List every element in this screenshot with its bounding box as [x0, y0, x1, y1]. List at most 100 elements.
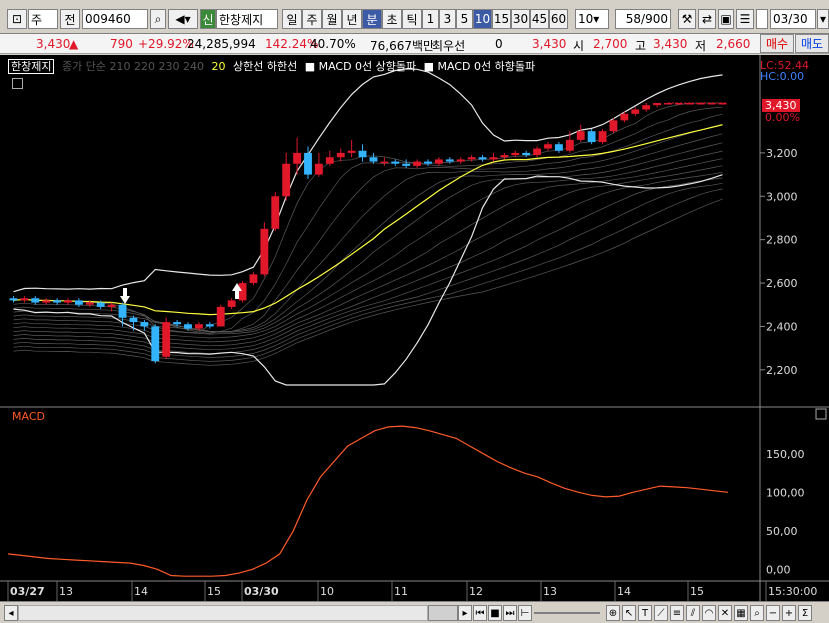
- candle: [129, 317, 138, 323]
- interval-button[interactable]: 5: [456, 9, 473, 29]
- candle: [620, 113, 629, 121]
- candle: [653, 103, 662, 106]
- interval-button[interactable]: 30: [511, 9, 530, 29]
- macd-title: MACD: [12, 410, 45, 423]
- change-pct: +29.92%: [138, 37, 194, 51]
- plus-icon[interactable]: +: [782, 605, 796, 621]
- interval-button[interactable]: 15: [492, 9, 511, 29]
- horizontal-scrollbar[interactable]: [18, 605, 428, 621]
- market-button[interactable]: 전: [60, 9, 80, 29]
- candle: [107, 304, 116, 307]
- settings-icon[interactable]: ☰: [736, 9, 754, 29]
- time-tick-label: 15: [207, 585, 221, 598]
- bottom-toolbar: ◂ ▸ ⏮ ■ ⏭ ⊢ ⊕ ↖ T ⟋ ≡ ⫽ ◠ ✕ ▦ ⌕ − + Σ: [0, 601, 829, 623]
- current-pct-tag: 0.00%: [765, 111, 800, 124]
- period-button[interactable]: 분: [362, 9, 382, 29]
- fib-tool-icon[interactable]: ≡: [670, 605, 684, 621]
- stock-name-field[interactable]: 한창제지: [216, 9, 278, 29]
- candle: [642, 105, 651, 110]
- period-button[interactable]: 주: [302, 9, 322, 29]
- legend-stock-name[interactable]: 한창제지: [8, 59, 55, 74]
- candle: [413, 161, 422, 166]
- page-counter[interactable]: 58/900: [615, 9, 671, 29]
- candle: [205, 324, 214, 327]
- channel-tool-icon[interactable]: ⫽: [686, 605, 700, 621]
- interval-button[interactable]: 60: [549, 9, 568, 29]
- high-label: 고: [635, 39, 647, 53]
- legend-ma-230: 230: [158, 60, 180, 73]
- interval-button[interactable]: 45: [530, 9, 549, 29]
- scroll-thumb[interactable]: [428, 605, 458, 621]
- count-select[interactable]: 10 ▾: [575, 9, 609, 29]
- period-button[interactable]: 틱: [402, 9, 422, 29]
- upper-band-line: [13, 68, 723, 293]
- auto-scale-icon[interactable]: Σ: [798, 605, 812, 621]
- compare-icon[interactable]: ⇄: [698, 9, 716, 29]
- grid-tool-icon[interactable]: ▦: [734, 605, 748, 621]
- date-input[interactable]: 03/30: [770, 9, 816, 29]
- period-button[interactable]: 월: [322, 9, 342, 29]
- date-picker-icon[interactable]: ▾: [817, 9, 829, 29]
- interval-button[interactable]: 3: [439, 9, 456, 29]
- period-button[interactable]: 초: [382, 9, 402, 29]
- lower-band-line: [13, 174, 723, 386]
- zoom-slider-icon[interactable]: ⊢: [518, 605, 532, 621]
- speaker-icon[interactable]: ◀▾: [168, 9, 198, 29]
- price-chart[interactable]: 3,2003,0002,8002,6002,4002,200150,00100,…: [0, 55, 829, 601]
- candle: [314, 163, 323, 175]
- candle: [42, 300, 51, 303]
- period-button[interactable]: 년: [342, 9, 362, 29]
- candle: [325, 157, 334, 164]
- legend-ma-label: 종가 단순: [61, 60, 106, 73]
- sell-button[interactable]: 매도: [795, 34, 829, 53]
- minus-icon[interactable]: −: [766, 605, 780, 621]
- text-tool-icon[interactable]: T: [638, 605, 652, 621]
- candle: [85, 302, 94, 305]
- time-tick-label: 10: [320, 585, 334, 598]
- count-select-value: 10: [578, 12, 594, 26]
- candle: [173, 322, 182, 325]
- pane-close-icon[interactable]: [815, 408, 827, 420]
- candle: [424, 161, 432, 164]
- candle: [194, 324, 203, 329]
- stop-icon[interactable]: ■: [488, 605, 502, 621]
- save-icon[interactable]: ▣: [718, 9, 734, 29]
- buy-button[interactable]: 매수: [760, 34, 794, 53]
- scroll-left-button[interactable]: ◂: [4, 605, 18, 621]
- candle: [391, 161, 400, 164]
- next-icon[interactable]: ⏭: [503, 605, 517, 621]
- time-tick-label: 15:30:00: [768, 585, 817, 598]
- toolbar: ⊡ 주 전 009460 ⌕ ◀▾ 신 한창제지 일주월년분초틱 1 3 5 10 15…: [0, 0, 829, 34]
- ma-line: [13, 198, 723, 366]
- interval-button[interactable]: 10: [473, 9, 492, 29]
- tool-icon[interactable]: ⚒: [678, 9, 696, 29]
- candle: [260, 228, 269, 275]
- legend-ma-210: 210: [109, 60, 131, 73]
- legend-ma-240: 240: [182, 60, 204, 73]
- scroll-right-button[interactable]: ▸: [458, 605, 472, 621]
- zoom-slider[interactable]: [534, 612, 600, 614]
- zoom-icon[interactable]: ⌕: [750, 605, 764, 621]
- time-tick-label: 13: [543, 585, 557, 598]
- cycle-tool-icon[interactable]: ◠: [702, 605, 716, 621]
- crosshair-icon[interactable]: ⊕: [606, 605, 620, 621]
- time-tick-label: 11: [394, 585, 408, 598]
- candle: [478, 157, 487, 160]
- first-icon[interactable]: ⏮: [473, 605, 487, 621]
- erase-tool-icon[interactable]: ✕: [718, 605, 732, 621]
- chart-menu-icon[interactable]: ⊡: [7, 9, 27, 29]
- interval-button[interactable]: 1: [422, 9, 439, 29]
- period-type-select[interactable]: 주: [28, 9, 58, 29]
- date-checkbox[interactable]: [756, 9, 768, 29]
- trend-tool-icon[interactable]: ⟋: [654, 605, 668, 621]
- stock-code-input[interactable]: 009460: [82, 9, 148, 29]
- period-button[interactable]: 일: [282, 9, 302, 29]
- search-icon[interactable]: ⌕: [150, 9, 166, 29]
- candle: [489, 157, 498, 160]
- chart-area[interactable]: 3,200 3,000 2,800 2,600 2,400 2,200 150,00 100,…: [0, 55, 829, 601]
- line-tool-icon[interactable]: ↖: [622, 605, 636, 621]
- grid-toggle-icon[interactable]: [12, 78, 23, 89]
- time-tick-label: 15: [690, 585, 704, 598]
- hc-indicator: HC:0.00: [760, 70, 805, 83]
- ma-line: [13, 113, 723, 333]
